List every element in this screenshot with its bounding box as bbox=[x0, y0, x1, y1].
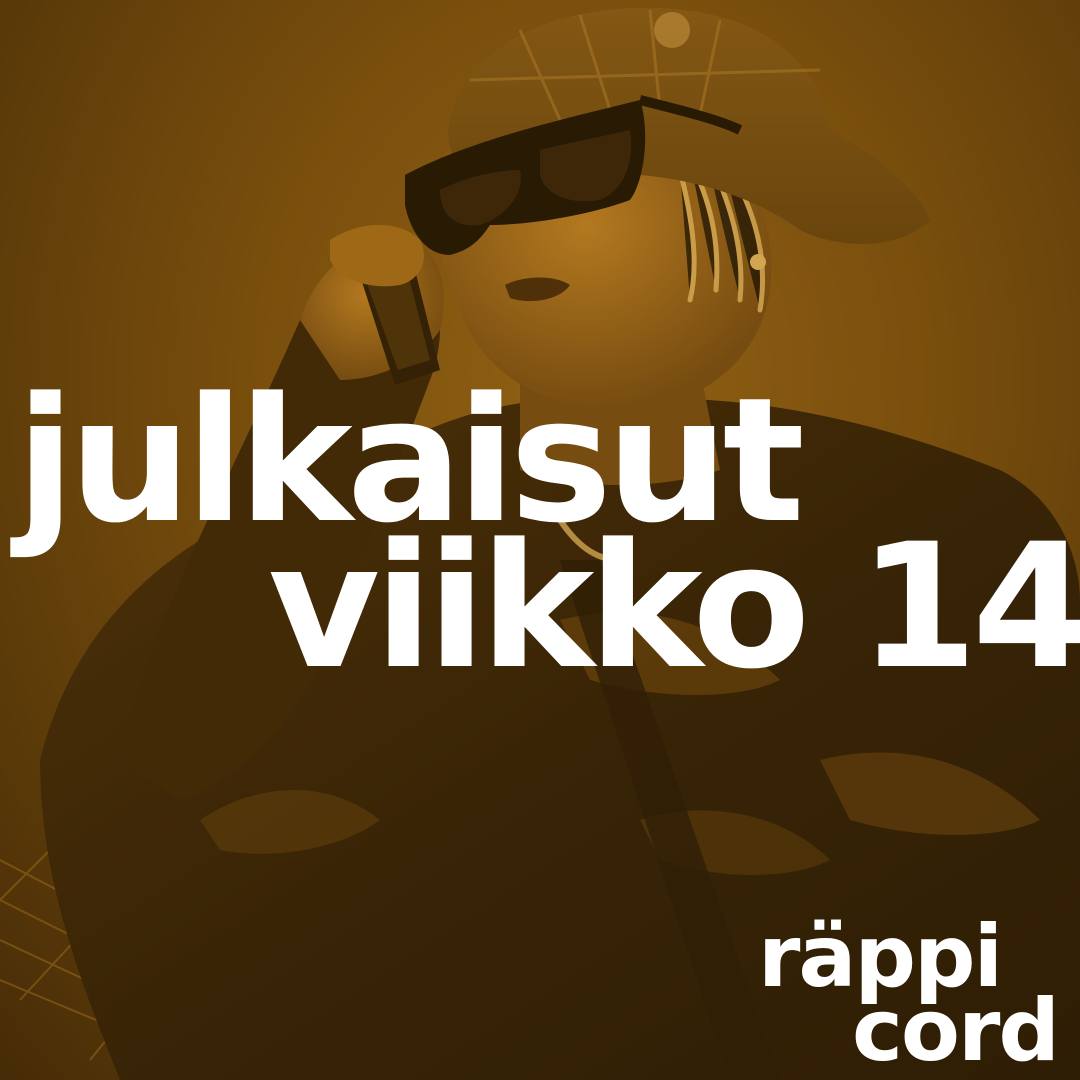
cover-poster: julkaisut viikko 14 räppi cord bbox=[0, 0, 1080, 1080]
headline: julkaisut viikko 14 bbox=[0, 375, 1080, 693]
brand-logo: räppi cord bbox=[758, 914, 1060, 1074]
